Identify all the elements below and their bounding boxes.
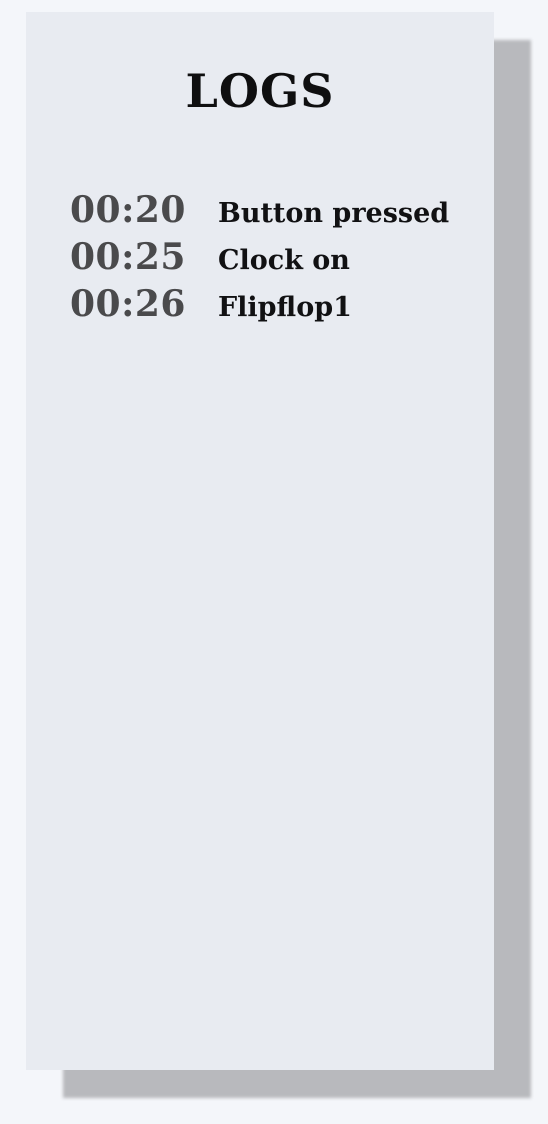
log-entry: 00:26 Flipflop1 xyxy=(70,286,480,333)
log-list: 00:20 Button pressed 00:25 Clock on 00:2… xyxy=(70,192,480,333)
log-entry: 00:25 Clock on xyxy=(70,239,480,286)
log-message: Clock on xyxy=(218,245,350,276)
logs-title: LOGS xyxy=(185,64,335,118)
log-time: 00:26 xyxy=(70,283,186,325)
log-message: Flipflop1 xyxy=(218,292,352,323)
logs-panel: LOGS 00:20 Button pressed 00:25 Clock on… xyxy=(26,12,494,1070)
log-message: Button pressed xyxy=(218,198,450,229)
log-time: 00:25 xyxy=(70,236,186,278)
log-entry: 00:20 Button pressed xyxy=(70,192,480,239)
log-time: 00:20 xyxy=(70,189,186,231)
